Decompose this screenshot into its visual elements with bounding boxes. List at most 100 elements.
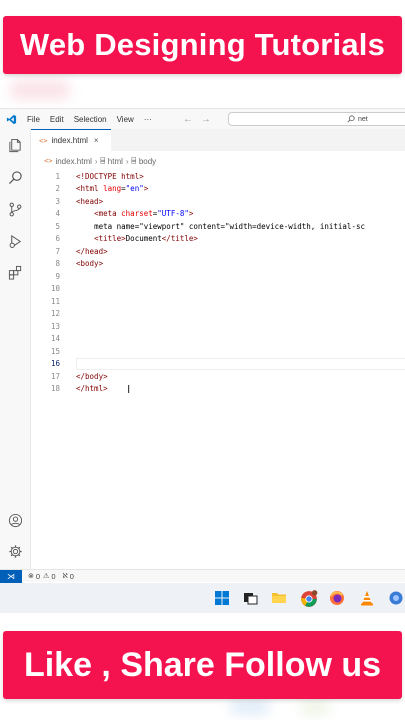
code-text: </head>: [76, 246, 108, 256]
back-arrow-icon[interactable]: ←: [179, 114, 197, 125]
code-line[interactable]: 17 </body>: [31, 370, 405, 383]
file-explorer-icon[interactable]: [271, 590, 287, 606]
close-icon[interactable]: ×: [94, 136, 99, 145]
code-line[interactable]: 5 meta name="viewport" content="width=de…: [31, 220, 405, 233]
warning-icon[interactable]: ⚠: [43, 572, 49, 580]
code-line[interactable]: 9: [31, 270, 405, 283]
line-number: 9: [55, 271, 60, 281]
line-number: 5: [55, 221, 60, 231]
chevron-right-icon: ›: [94, 156, 98, 166]
account-icon[interactable]: [7, 512, 24, 529]
code-line[interactable]: 10: [31, 283, 405, 296]
code-text: meta name="viewport" content="width=devi…: [94, 221, 365, 231]
title-bar: File Edit Selection View ··· ← → net: [0, 109, 405, 129]
extensions-icon[interactable]: [7, 264, 24, 281]
code-line[interactable]: 14: [31, 333, 405, 346]
line-number: 14: [50, 334, 60, 344]
code-text: <title>Document</title>: [94, 234, 198, 244]
source-control-icon[interactable]: [7, 201, 24, 218]
breadcrumb-html[interactable]: html: [108, 157, 123, 166]
code-text: <!DOCTYPE html>: [76, 171, 144, 181]
code-line[interactable]: 11: [31, 295, 405, 308]
menu-view[interactable]: View: [112, 115, 139, 124]
tab-index-html[interactable]: <> index.html ×: [31, 129, 111, 151]
code-line[interactable]: 1 <!DOCTYPE html>: [31, 170, 405, 183]
run-debug-icon[interactable]: [7, 233, 24, 250]
html-file-icon: <>: [39, 136, 48, 145]
blur-decoration: [230, 700, 270, 714]
code-line[interactable]: 13: [31, 320, 405, 333]
code-line[interactable]: 18 </html>: [31, 383, 405, 396]
code-line[interactable]: 8 <body>: [31, 258, 405, 271]
screen: { "banners": { "top": "Web Designing Tut…: [0, 0, 405, 720]
code-text: <html lang="en">: [76, 184, 149, 194]
vscode-window: File Edit Selection View ··· ← → net <> …: [0, 108, 405, 583]
code-line[interactable]: 6 <title>Document</title>: [31, 233, 405, 246]
explorer-icon[interactable]: [7, 137, 24, 154]
chrome-icon[interactable]: [300, 590, 318, 607]
forward-arrow-icon[interactable]: →: [197, 114, 215, 125]
menu-selection[interactable]: Selection: [69, 115, 112, 124]
vscode-logo-icon: [0, 109, 22, 129]
activity-bar: [0, 129, 31, 570]
code-text: </body>: [76, 371, 108, 381]
settings-gear-icon[interactable]: [7, 543, 24, 560]
code-line[interactable]: 4 <meta charset="UTF-8">: [31, 208, 405, 221]
breadcrumb-file[interactable]: index.html: [55, 157, 91, 166]
menu-file[interactable]: File: [22, 115, 45, 124]
breadcrumb-body[interactable]: body: [139, 157, 156, 166]
code-line[interactable]: 12: [31, 308, 405, 321]
element-icon: ⌸: [100, 157, 105, 165]
line-number: 16: [50, 359, 60, 369]
warning-count[interactable]: 0: [51, 572, 55, 581]
menu-more[interactable]: ···: [139, 115, 157, 124]
code-line[interactable]: 3 <head>: [31, 195, 405, 208]
line-number: 7: [55, 246, 60, 256]
task-view-icon[interactable]: [242, 590, 258, 606]
line-number: 4: [55, 209, 60, 219]
vlc-icon[interactable]: [359, 590, 375, 606]
ports-count[interactable]: 0: [70, 572, 74, 581]
blur-decoration: [10, 80, 70, 100]
app-icon[interactable]: [388, 590, 404, 606]
line-number: 2: [55, 184, 60, 194]
ports-icon[interactable]: ℵ: [63, 572, 68, 580]
line-number: 11: [50, 296, 60, 306]
mouse-cursor-icon: I: [127, 383, 131, 396]
windows-start-icon[interactable]: [214, 590, 230, 606]
line-number: 1: [55, 171, 60, 181]
line-number: 17: [50, 371, 60, 381]
breadcrumb: <> index.html › ⌸ html › ⌸ body: [44, 155, 156, 167]
line-number: 13: [50, 321, 60, 331]
code-text: <head>: [76, 196, 104, 206]
error-count[interactable]: 0: [36, 572, 40, 581]
error-icon[interactable]: ⊗: [28, 572, 34, 580]
taskbar: [0, 583, 405, 613]
code-line[interactable]: 16: [31, 358, 405, 371]
line-number: 8: [55, 259, 60, 269]
element-icon: ⌸: [131, 157, 136, 165]
code-editor[interactable]: 1 <!DOCTYPE html> 2 <html lang="en"> 3 <head>…: [31, 167, 405, 567]
code-text: </html>: [76, 384, 108, 394]
top-banner: Web Designing Tutorials: [3, 16, 402, 74]
code-line[interactable]: 2 <html lang="en">: [31, 183, 405, 196]
bottom-banner: Like , Share Follow us: [3, 631, 402, 699]
code-text: <meta charset="UTF-8">: [94, 209, 194, 219]
firefox-icon[interactable]: [329, 590, 345, 606]
blur-decoration: [300, 702, 330, 714]
line-number: 15: [50, 346, 60, 356]
line-number: 10: [50, 284, 60, 294]
line-number: 3: [55, 196, 60, 206]
search-icon: [347, 115, 355, 123]
tab-bar: <> index.html ×: [31, 129, 405, 151]
menu-edit[interactable]: Edit: [45, 115, 69, 124]
tab-label: index.html: [51, 136, 88, 145]
code-line[interactable]: 7 </head>: [31, 245, 405, 258]
line-number: 18: [50, 384, 60, 394]
search-icon[interactable]: [7, 169, 24, 186]
remote-icon[interactable]: ⋊: [0, 569, 22, 583]
status-bar: ⋊ ⊗ 0 ⚠ 0 ℵ 0: [0, 569, 405, 583]
html-file-icon: <>: [44, 157, 53, 165]
command-center-search[interactable]: net: [228, 112, 405, 126]
code-line[interactable]: 15: [31, 345, 405, 358]
